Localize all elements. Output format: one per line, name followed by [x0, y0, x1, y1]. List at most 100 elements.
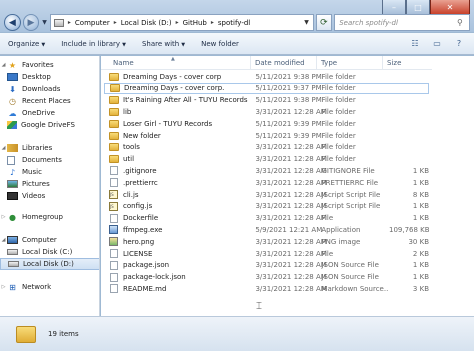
nav-videos[interactable]: Videos [0, 190, 99, 202]
nav-computer[interactable]: ◢ Computer [0, 234, 99, 246]
folder-icon [109, 96, 119, 105]
file-row[interactable]: Dreaming Days - cover corp. 5/11/2021 9:3… [104, 82, 429, 94]
file-row[interactable]: config.js 3/31/2021 12:28 AMJScript Scrip… [104, 201, 429, 212]
file-date-modified: 3/31/2021 12:28 AM [255, 261, 327, 270]
nav-pictures[interactable]: Pictures [0, 178, 99, 190]
nav-homegroup[interactable]: ▷ ● Homegroup [0, 211, 99, 223]
column-header-name[interactable]: Name [101, 56, 251, 70]
file-size: 8 KB [412, 190, 429, 199]
file-row[interactable]: hero.png 3/31/2021 12:28 AM PNG image 30 KB [104, 236, 429, 247]
file-row[interactable]: lib 3/31/2021 12:28 AM File folder [104, 106, 429, 117]
breadcrumb-separator[interactable]: ▸ [114, 19, 117, 26]
collapse-icon[interactable]: ◢ [0, 145, 7, 151]
view-options-icon[interactable]: ☷ [408, 38, 422, 50]
expand-icon[interactable]: ▷ [0, 214, 7, 220]
refresh-button[interactable]: ⟳ [315, 14, 333, 31]
file-date-modified: 3/31/2021 12:28 AM [255, 249, 327, 258]
file-row[interactable]: .prettierrc 3/31/2021 12:28 AM PRETTIERRC … [104, 177, 429, 188]
file-date-modified: 3/31/2021 12:28 AM [255, 107, 327, 116]
folder-icon [110, 84, 120, 93]
nav-documents[interactable]: Documents [0, 154, 99, 166]
help-icon[interactable]: ? [452, 38, 466, 50]
chevron-down-icon: ▼ [122, 41, 126, 48]
nav-music[interactable]: ♪ Music [0, 166, 99, 178]
file-date-modified: 3/31/2021 12:28 AM [255, 284, 327, 293]
file-date-modified: 5/11/2021 9:39 PM [255, 131, 322, 140]
breadcrumb-github[interactable]: GitHub [183, 19, 207, 27]
breadcrumb-separator[interactable]: ▸ [211, 19, 214, 26]
file-row[interactable]: LICENSE 3/31/2021 12:28 AM File 2 KB [104, 248, 429, 259]
back-button[interactable]: ◀ [4, 14, 21, 31]
file-row[interactable]: .gitignore 3/31/2021 12:28 AM GITIGNORE Fi… [104, 165, 429, 176]
column-headers: Name Date modified Type Size [101, 56, 432, 70]
nav-desktop[interactable]: Desktop [0, 71, 99, 83]
file-row[interactable]: Dreaming Days - cover corp 5/11/2021 9:38… [104, 71, 429, 82]
column-header-type[interactable]: Type [317, 56, 383, 70]
file-row[interactable]: Loser Girl - TUYU Records 5/11/2021 9:39 … [104, 118, 429, 129]
file-row[interactable]: package-lock.json 3/31/2021 12:28 AM JSON … [104, 272, 429, 283]
file-row[interactable]: New folder 5/11/2021 9:39 PM File folder [104, 130, 429, 141]
homegroup-icon: ● [9, 212, 16, 222]
file-row[interactable]: README.md 3/31/2021 12:28 AM Markdown Sour… [104, 283, 429, 294]
breadcrumb-separator[interactable]: ▸ [176, 19, 179, 26]
file-name: package.json [123, 261, 170, 270]
file-name: Dreaming Days - cover corp. [124, 84, 225, 93]
preview-pane-icon[interactable]: ▭ [430, 38, 444, 50]
file-date-modified: 5/9/2021 12:21 AM [255, 225, 323, 234]
organize-button[interactable]: Organize ▼ [8, 40, 45, 48]
share-with-button[interactable]: Share with ▼ [142, 40, 185, 48]
nav-recent-places[interactable]: ◷ Recent Places [0, 95, 99, 107]
new-folder-button[interactable]: New folder [201, 40, 239, 48]
breadcrumb-separator[interactable]: ▸ [68, 19, 71, 26]
nav-local-disk-d[interactable]: Local Disk (D:) [0, 258, 99, 270]
file-row[interactable]: Dockerfile 3/31/2021 12:28 AM File 1 KB [104, 213, 429, 224]
nav-onedrive[interactable]: ☁ OneDrive [0, 107, 99, 119]
nav-google-drive[interactable]: Google DriveFS [0, 119, 99, 131]
column-header-date-modified[interactable]: Date modified [251, 56, 317, 70]
file-row[interactable]: util 3/31/2021 12:28 AM File folder [104, 154, 429, 165]
file-row[interactable]: tools 3/31/2021 12:28 AM File folder [104, 142, 429, 153]
file-row[interactable]: cli.js 3/31/2021 12:28 AMJScript Script F… [104, 189, 429, 200]
file-icon [110, 178, 118, 188]
file-size: 1 KB [412, 178, 429, 187]
forward-button[interactable]: ▶ [22, 14, 40, 31]
address-bar[interactable]: ▸ Computer ▸ Local Disk (D:) ▸ GitHub ▸ … [49, 14, 314, 31]
nav-local-disk-c[interactable]: Local Disk (C:) [0, 246, 99, 258]
include-in-library-button[interactable]: Include in library ▼ [61, 40, 126, 48]
file-type: JScript Script File [321, 190, 381, 199]
file-date-modified: 5/11/2021 9:39 PM [255, 119, 322, 128]
nav-libraries[interactable]: ◢ Libraries [0, 142, 99, 154]
title-bar: – □ ✕ ◀ ▶ ▼ ▸ Computer ▸ Local Disk (D:)… [0, 0, 474, 32]
breadcrumb-computer[interactable]: Computer [75, 19, 110, 27]
nav-network[interactable]: ▷ ⊞ Network [0, 281, 99, 293]
file-date-modified: 3/31/2021 12:28 AM [255, 143, 327, 152]
file-date-modified: 3/31/2021 12:28 AM [255, 155, 327, 164]
nav-downloads[interactable]: ⬇ Downloads [0, 83, 99, 95]
file-row[interactable]: It's Raining After All - TUYU Records 5/1… [104, 95, 429, 106]
collapse-icon[interactable]: ◢ [0, 237, 7, 243]
recent-pages-dropdown[interactable]: ▼ [42, 19, 47, 26]
nav-favorites[interactable]: ◢ ★ Favorites [0, 59, 99, 71]
file-type: PNG image [321, 237, 361, 246]
file-name: README.md [123, 284, 167, 293]
navigation-row: ◀ ▶ ▼ ▸ Computer ▸ Local Disk (D:) ▸ Git… [4, 13, 470, 32]
file-row[interactable]: package.json 3/31/2021 12:28 AM JSON Sourc… [104, 260, 429, 271]
address-dropdown-icon[interactable]: ▼ [301, 19, 313, 26]
expand-icon[interactable]: ▷ [0, 284, 7, 290]
breadcrumb-spotify-dl[interactable]: spotify-dl [218, 19, 250, 27]
search-input[interactable]: Search spotify-dl [339, 19, 457, 27]
file-type: File folder [321, 143, 356, 152]
file-date-modified: 3/31/2021 12:28 AM [255, 237, 327, 246]
file-row[interactable]: ffmpeg.exe 5/9/2021 12:21 AM Application 10… [104, 224, 430, 235]
collapse-icon[interactable]: ◢ [0, 62, 7, 68]
videos-icon [7, 192, 18, 200]
search-box[interactable]: Search spotify-dl ⚲ [334, 14, 470, 31]
recent-places-icon: ◷ [9, 96, 16, 106]
column-header-size[interactable]: Size [383, 56, 432, 70]
music-icon: ♪ [9, 167, 16, 177]
file-size: 2 KB [412, 249, 429, 258]
library-icon [7, 144, 18, 152]
file-icon [110, 284, 118, 294]
file-date-modified: 3/31/2021 12:28 AM [255, 273, 327, 282]
breadcrumb-local-disk-d[interactable]: Local Disk (D:) [121, 19, 172, 27]
